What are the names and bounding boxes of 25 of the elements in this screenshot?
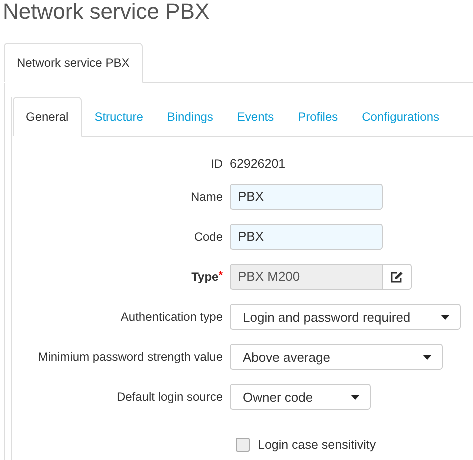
field-label: Type	[192, 270, 219, 284]
caret-icon	[423, 354, 432, 360]
caret-icon	[441, 314, 450, 320]
dropdown[interactable]: Login and password required	[230, 304, 461, 330]
edit-button[interactable]	[383, 264, 412, 290]
dropdown[interactable]: Above average	[230, 344, 443, 370]
input-field[interactable]: PBX M200	[230, 264, 383, 290]
tab[interactable]: Network service PBX	[4, 43, 143, 83]
field-label: Name	[190, 190, 224, 204]
input-field[interactable]: PBX	[230, 224, 383, 250]
required-mark: *	[218, 270, 223, 282]
edit-icon	[390, 270, 404, 284]
input-field[interactable]: PBX	[230, 184, 383, 210]
field-label: Default login source	[116, 390, 224, 404]
checkbox-label: Login case sensitivity	[258, 438, 376, 452]
tab[interactable]: General	[13, 97, 82, 137]
checkbox[interactable]	[236, 438, 250, 452]
dropdown[interactable]: Owner code	[230, 384, 371, 410]
field-label: Minimium password strength value	[37, 350, 224, 364]
field-label: Authentication type	[120, 310, 224, 324]
field-label: ID	[210, 157, 224, 171]
caret-icon	[351, 394, 360, 400]
page-title: Network service PBX	[3, 0, 211, 26]
id-value: 62926201	[230, 157, 286, 171]
field-label: Code	[193, 230, 224, 244]
